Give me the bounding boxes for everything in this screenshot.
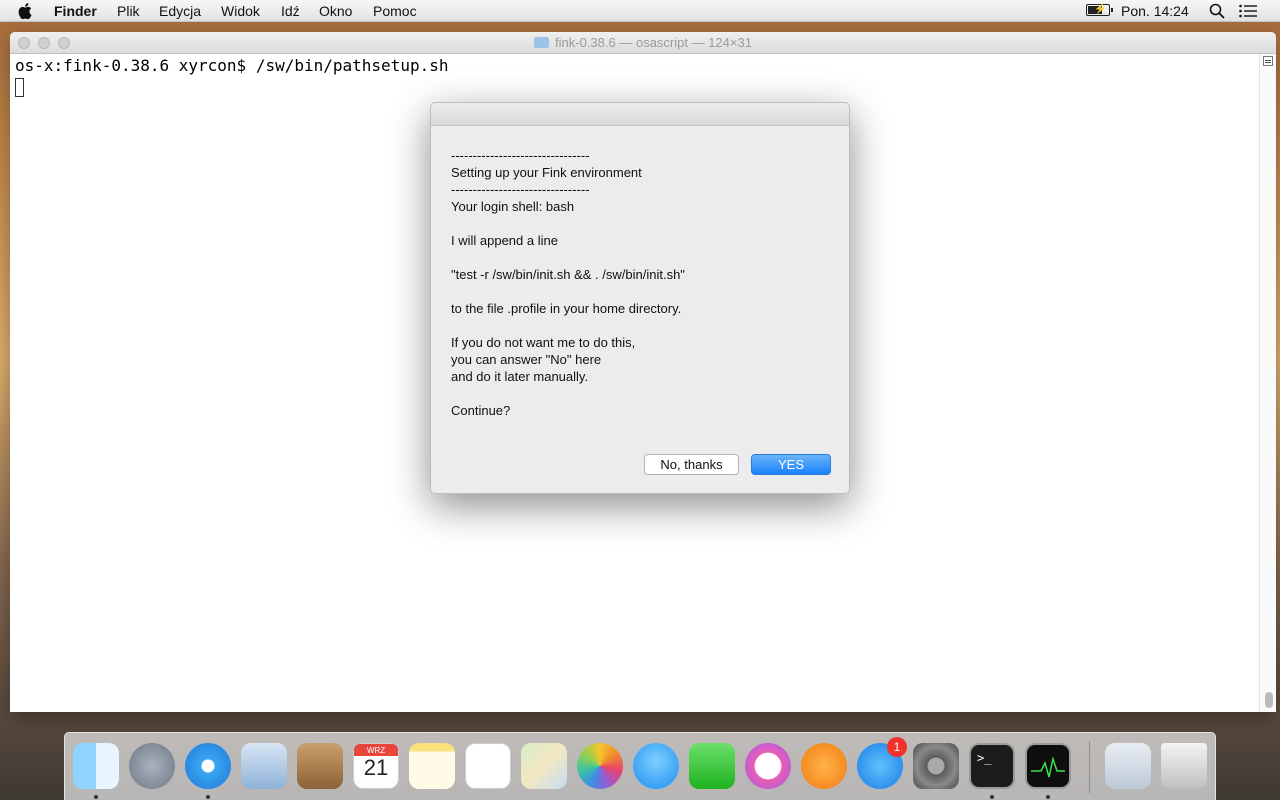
- dialog-line: you can answer "No" here: [451, 352, 602, 367]
- menu-window[interactable]: Okno: [319, 2, 352, 20]
- terminal-title-bar[interactable]: fink-0.38.6 — osascript — 124×31: [10, 32, 1276, 54]
- running-indicator: [94, 795, 98, 799]
- activity-monitor-icon[interactable]: [1025, 743, 1071, 789]
- finder-icon[interactable]: [73, 743, 119, 789]
- running-indicator: [990, 795, 994, 799]
- contacts-icon[interactable]: [297, 743, 343, 789]
- downloads-stack-icon[interactable]: [1105, 743, 1151, 789]
- running-indicator: [1046, 795, 1050, 799]
- calendar-month: WRZ: [366, 746, 386, 755]
- dialog-line: I will append a line: [451, 233, 558, 248]
- osascript-dialog: -------------------------------- Setting…: [430, 102, 850, 494]
- menu-file[interactable]: Plik: [117, 2, 140, 20]
- menu-clock[interactable]: Pon. 14:24: [1121, 2, 1189, 20]
- dialog-line: Continue?: [451, 403, 511, 418]
- dialog-line: [451, 249, 831, 266]
- window-title: fink-0.38.6 — osascript — 124×31: [10, 35, 1276, 50]
- scrollback-marker-icon[interactable]: [1263, 56, 1273, 66]
- messages-icon[interactable]: [633, 743, 679, 789]
- menu-go[interactable]: Idź: [281, 2, 300, 20]
- dialog-line: --------------------------------: [451, 182, 590, 197]
- running-indicator: [206, 795, 210, 799]
- mail-icon[interactable]: [241, 743, 287, 789]
- photos-icon[interactable]: [577, 743, 623, 789]
- notification-center-icon[interactable]: [1239, 4, 1257, 22]
- folder-icon: [534, 37, 550, 48]
- dialog-line: and do it later manually.: [451, 369, 589, 384]
- dialog-line: [451, 385, 831, 402]
- safari-icon[interactable]: [185, 743, 231, 789]
- dock-separator: [1089, 741, 1090, 793]
- terminal-cursor: [15, 78, 24, 97]
- dialog-line: Setting up your Fink environment: [451, 165, 642, 180]
- menu-edit[interactable]: Edycja: [159, 2, 201, 20]
- itunes-icon[interactable]: [745, 743, 791, 789]
- menu-bar: Finder Plik Edycja Widok Idź Okno Pomoc …: [0, 0, 1280, 22]
- menu-help[interactable]: Pomoc: [373, 2, 417, 20]
- yes-button[interactable]: YES: [751, 454, 831, 475]
- no-thanks-button[interactable]: No, thanks: [644, 454, 739, 475]
- terminal-icon[interactable]: >_: [969, 743, 1015, 789]
- terminal-scrollbar[interactable]: [1259, 54, 1276, 712]
- terminal-prompt-line: os-x:fink-0.38.6 xyrcon$ /sw/bin/pathset…: [15, 56, 449, 75]
- dialog-line: "test -r /sw/bin/init.sh && . /sw/bin/in…: [451, 267, 685, 282]
- app-store-badge: 1: [887, 737, 907, 757]
- dialog-line: Your login shell: bash: [451, 199, 575, 214]
- dialog-line: [451, 317, 831, 334]
- trash-icon[interactable]: [1161, 743, 1207, 789]
- dialog-line: If you do not want me to do this,: [451, 335, 636, 350]
- dialog-title-bar[interactable]: [431, 103, 849, 126]
- maps-icon[interactable]: [521, 743, 567, 789]
- menu-app-name[interactable]: Finder: [54, 2, 97, 20]
- scroll-thumb[interactable]: [1265, 692, 1273, 708]
- launchpad-icon[interactable]: [129, 743, 175, 789]
- battery-icon[interactable]: ⚡: [1086, 4, 1113, 16]
- window-title-text: fink-0.38.6 — osascript — 124×31: [555, 35, 752, 50]
- spotlight-search-icon[interactable]: [1209, 3, 1225, 21]
- apple-menu-icon[interactable]: [18, 2, 34, 20]
- dialog-line: to the file .profile in your home direct…: [451, 301, 682, 316]
- reminders-icon[interactable]: [465, 743, 511, 789]
- facetime-icon[interactable]: [689, 743, 735, 789]
- dialog-line: [451, 283, 831, 300]
- terminal-content[interactable]: os-x:fink-0.38.6 xyrcon$ /sw/bin/pathset…: [15, 56, 448, 97]
- dialog-line: [451, 215, 831, 232]
- dock: WRZ 21 1 >_: [64, 732, 1216, 800]
- dialog-line: --------------------------------: [451, 148, 590, 163]
- menu-view[interactable]: Widok: [221, 2, 260, 20]
- notes-icon[interactable]: [409, 743, 455, 789]
- system-preferences-icon[interactable]: [913, 743, 959, 789]
- calendar-icon[interactable]: WRZ 21: [353, 743, 399, 789]
- dialog-message: -------------------------------- Setting…: [451, 147, 831, 419]
- ibooks-icon[interactable]: [801, 743, 847, 789]
- calendar-day: 21: [363, 755, 389, 780]
